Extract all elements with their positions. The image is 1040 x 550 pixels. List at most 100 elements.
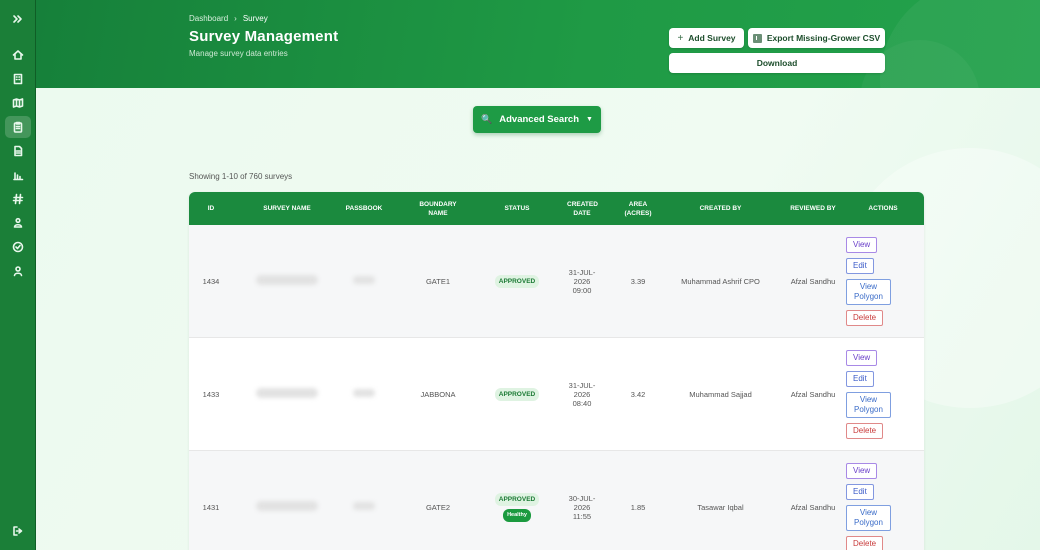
- cell-status: APPROVED: [489, 387, 545, 401]
- search-icon: 🔍: [481, 114, 493, 124]
- redacted-text: [353, 276, 375, 284]
- plus-icon: +: [677, 32, 684, 44]
- date-time: 09:00: [572, 285, 592, 295]
- column-header: REVIEWED BY: [790, 205, 836, 212]
- clipboard-icon[interactable]: [5, 116, 31, 138]
- table-row: 1431 GATE2 APPROVED Healthy 30-JUL- 2026…: [189, 451, 924, 550]
- cell-passbook: [341, 389, 387, 399]
- cell-survey-name: [233, 275, 341, 287]
- table-header: ID SURVEY NAME PASSBOOK BOUNDARY NAME ST…: [189, 192, 924, 225]
- advanced-search-button[interactable]: 🔍 Advanced Search ▼: [473, 106, 601, 133]
- view-button[interactable]: View: [846, 349, 878, 366]
- view-polygon-label: Polygon: [854, 291, 883, 301]
- logout-icon[interactable]: [5, 520, 31, 542]
- cell-boundary: GATE1: [425, 276, 451, 286]
- delete-button[interactable]: Delete: [846, 309, 884, 326]
- survey-table: ID SURVEY NAME PASSBOOK BOUNDARY NAME ST…: [189, 192, 924, 550]
- table-row: 1433 JABBONA APPROVED 31-JUL- 2026 08:40…: [189, 338, 924, 451]
- delete-button[interactable]: Delete: [846, 535, 884, 550]
- cell-area: 1.85: [630, 502, 646, 512]
- users-icon[interactable]: [5, 212, 31, 234]
- cell-created-by: Tasawar Iqbal: [697, 502, 744, 512]
- export-csv-label: Export Missing-Grower CSV: [766, 33, 881, 43]
- cell-reviewed-by: Afzal Sandhu: [790, 502, 836, 512]
- view-button[interactable]: View: [846, 462, 878, 479]
- cell-created-date: 31-JUL- 2026 08:40: [545, 381, 619, 408]
- view-button[interactable]: View: [846, 236, 878, 253]
- redacted-text: [256, 501, 318, 511]
- view-polygon-label: View: [859, 394, 878, 404]
- cell-reviewed-by: Afzal Sandhu: [790, 276, 836, 286]
- cell-id: 1433: [202, 389, 220, 399]
- date-time: 11:55: [572, 511, 592, 521]
- cell-reviewed-by: Afzal Sandhu: [790, 389, 836, 399]
- cell-created-by: Muhammad Ashrif CPO: [681, 276, 760, 286]
- cell-boundary: JABBONA: [420, 389, 456, 399]
- date-day: 31-JUL-: [568, 267, 596, 277]
- building-icon[interactable]: [5, 68, 31, 90]
- status-badge: APPROVED: [494, 274, 540, 288]
- breadcrumb: Dashboard › Survey: [189, 14, 268, 23]
- redacted-text: [256, 275, 318, 285]
- view-polygon-button[interactable]: View Polygon: [846, 278, 891, 305]
- breadcrumb-home[interactable]: Dashboard: [189, 14, 228, 23]
- cell-status: APPROVED Healthy: [489, 492, 545, 522]
- add-survey-label: Add Survey: [688, 33, 736, 43]
- column-header: ACTIONS: [868, 205, 898, 212]
- hash-icon[interactable]: [5, 188, 31, 210]
- user-icon[interactable]: [5, 260, 31, 282]
- chart-icon[interactable]: [5, 164, 31, 186]
- edit-button[interactable]: Edit: [846, 257, 874, 274]
- column-header: SURVEY NAME: [263, 205, 311, 212]
- edit-button[interactable]: Edit: [846, 370, 874, 387]
- page-header: Dashboard › Survey Survey Management Man…: [36, 0, 1040, 88]
- view-polygon-label: Polygon: [854, 404, 883, 414]
- cell-created-date: 30-JUL- 2026 11:55: [545, 494, 619, 521]
- check-circle-icon[interactable]: [5, 236, 31, 258]
- table-row: 1434 GATE1 APPROVED 31-JUL- 2026 09:00 3…: [189, 225, 924, 338]
- expand-icon[interactable]: [5, 8, 31, 30]
- view-polygon-button[interactable]: View Polygon: [846, 504, 891, 531]
- date-day: 31-JUL-: [568, 380, 596, 390]
- delete-button[interactable]: Delete: [846, 422, 884, 439]
- column-header: ID: [207, 205, 215, 212]
- column-header: PASSBOOK: [345, 205, 383, 212]
- edit-button[interactable]: Edit: [846, 483, 874, 500]
- redacted-text: [256, 388, 318, 398]
- cell-status: APPROVED: [489, 274, 545, 288]
- view-polygon-label: View: [859, 507, 878, 517]
- redacted-text: [353, 502, 375, 510]
- column-header: CREATED BY: [699, 205, 742, 212]
- breadcrumb-current: Survey: [242, 14, 268, 23]
- cell-actions: View Edit View Polygon Delete: [842, 462, 924, 550]
- view-polygon-button[interactable]: View Polygon: [846, 391, 891, 418]
- cell-actions: View Edit View Polygon Delete: [842, 349, 924, 439]
- cell-id: 1434: [202, 276, 220, 286]
- column-header: AREA (ACRES): [624, 200, 652, 217]
- document-icon[interactable]: [5, 140, 31, 162]
- page-title: Survey Management: [189, 28, 339, 45]
- map-icon[interactable]: [5, 92, 31, 114]
- column-header: CREATED DATE: [567, 200, 598, 217]
- date-day: 30-JUL-: [568, 493, 596, 503]
- add-survey-button[interactable]: + Add Survey: [669, 28, 744, 48]
- date-time: 08:40: [572, 398, 592, 408]
- home-icon[interactable]: [5, 44, 31, 66]
- download-file-icon: [752, 33, 762, 43]
- date-year: 2026: [573, 389, 591, 399]
- view-polygon-label: View: [859, 281, 878, 291]
- view-polygon-label: Polygon: [854, 517, 883, 527]
- date-year: 2026: [573, 276, 591, 286]
- cell-boundary: GATE2: [425, 502, 451, 512]
- download-button[interactable]: Download: [669, 53, 885, 73]
- sidebar: [0, 0, 36, 550]
- download-label: Download: [756, 58, 798, 68]
- date-year: 2026: [573, 502, 591, 512]
- health-badge: Healthy: [503, 508, 531, 522]
- cell-area: 3.42: [630, 389, 646, 399]
- column-header: STATUS: [504, 205, 530, 212]
- cell-survey-name: [233, 501, 341, 513]
- export-csv-button[interactable]: Export Missing-Grower CSV: [748, 28, 885, 48]
- cell-actions: View Edit View Polygon Delete: [842, 236, 924, 326]
- chevron-down-icon: ▼: [586, 116, 593, 123]
